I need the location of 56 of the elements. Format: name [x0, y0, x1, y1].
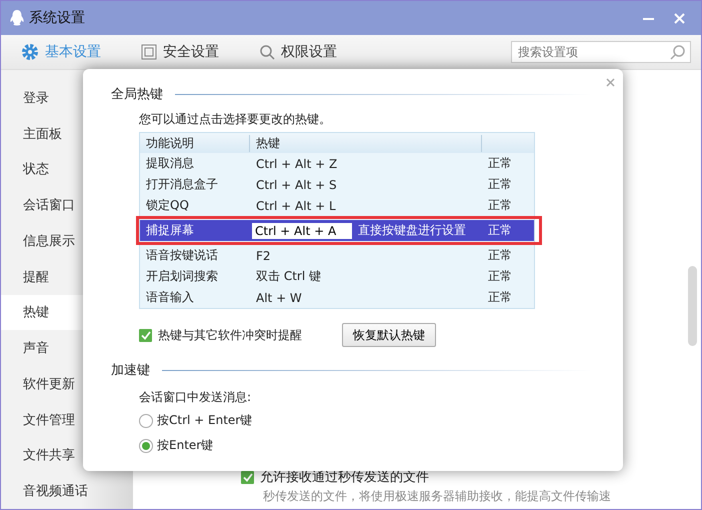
hotkey-row[interactable]: 语音输入 Alt + W 正常: [140, 287, 534, 308]
radio-option[interactable]: 按Ctrl + Enter键: [139, 412, 593, 429]
column-header: 热键: [250, 134, 482, 152]
function-cell-text: 语音按键说话: [145, 247, 219, 264]
checkbox[interactable]: [241, 470, 254, 484]
status-cell-text: 正常: [487, 176, 513, 193]
sidebar-item[interactable]: 音视频通话: [1, 473, 133, 509]
search-field[interactable]: 搜索设置项: [511, 41, 691, 63]
window-title: 系统设置: [29, 9, 85, 27]
search-icon[interactable]: [670, 44, 686, 60]
scrollbar-thumb[interactable]: [688, 266, 697, 346]
square-icon: [141, 44, 157, 60]
column-header: 功能说明: [140, 134, 250, 152]
hotkey-row[interactable]: 锁定QQ Ctrl + Alt + L 正常: [140, 195, 534, 216]
status-cell-text: 正常: [487, 268, 513, 285]
hotkey-cell-text: F2: [255, 248, 272, 262]
settings-tab[interactable]: 权限设置: [259, 43, 337, 61]
prompt-text: 直接按键盘进行设置: [358, 222, 466, 239]
hotkey-cell-text: 双击 Ctrl 键: [255, 268, 322, 285]
close-icon: [606, 78, 615, 87]
hotkey-cell-text: Ctrl + Alt + L: [255, 198, 337, 212]
status-cell-text: 正常: [487, 289, 513, 306]
description-text: 秒传发送的文件，将使用极速服务器辅助接收，能提高文件传输速: [262, 488, 612, 505]
function-cell-text: 锁定QQ: [145, 197, 190, 214]
hotkey-row[interactable]: 语音按键说话 F2 正常: [140, 245, 534, 266]
function-cell-text: 提取消息: [145, 155, 195, 172]
function-cell-text: 开启划词搜索: [145, 268, 219, 285]
radio-option[interactable]: 按Enter键: [139, 437, 593, 454]
hotkey-row[interactable]: 打开消息盒子 Ctrl + Alt + S 正常: [140, 174, 534, 195]
hotkey-cell-text: Ctrl + Alt + S: [255, 178, 338, 192]
checkbox-label: 热键与其它软件冲突时提醒: [158, 326, 302, 344]
status-cell-text: 正常: [487, 155, 513, 172]
status-cell-text: 正常: [487, 222, 513, 239]
option-label: 会话窗口中发送消息:: [139, 389, 252, 406]
magnifier-icon: [259, 44, 275, 60]
function-cell-text: 语音输入: [145, 289, 195, 306]
function-cell-text: 捕捉屏幕: [145, 222, 195, 239]
hotkey-row[interactable]: 提取消息 Ctrl + Alt + Z 正常: [140, 153, 534, 174]
status-cell-text: 正常: [487, 197, 513, 214]
gear-icon: [21, 43, 39, 61]
minimize-icon: [643, 16, 654, 20]
hotkey-row[interactable]: 捕捉屏幕 Ctrl + Alt + A 直接按键盘进行设置 正常: [140, 220, 534, 241]
section-title: 全局热键: [111, 86, 163, 103]
settings-tab[interactable]: 安全设置: [141, 43, 219, 61]
penguin-icon: [9, 9, 25, 27]
function-cell-text: 打开消息盒子: [145, 176, 219, 193]
hint-text: 您可以通过点击选择要更改的热键。: [139, 111, 332, 128]
hotkey-input[interactable]: Ctrl + Alt + A: [252, 222, 352, 238]
hotkey-cell-text: Alt + W: [255, 290, 303, 304]
close-icon: [674, 12, 685, 24]
status-cell-text: 正常: [487, 247, 513, 264]
section-title: 加速键: [111, 362, 150, 379]
hotkey-cell-text: Ctrl + Alt + Z: [255, 156, 338, 170]
restore-defaults-button[interactable]: 恢复默认热键: [342, 323, 436, 347]
checkbox[interactable]: [139, 328, 152, 342]
hotkey-row[interactable]: 开启划词搜索 双击 Ctrl 键 正常: [140, 266, 534, 287]
